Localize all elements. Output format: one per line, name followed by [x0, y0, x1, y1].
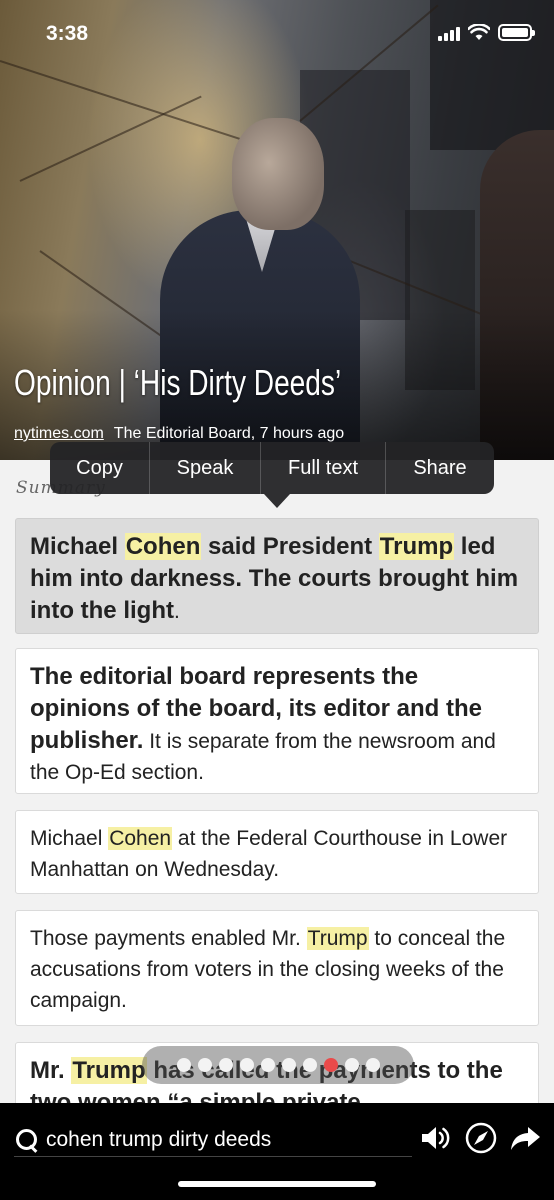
- card-text: Those payments enabled Mr.: [30, 927, 307, 950]
- page-indicator[interactable]: [142, 1046, 414, 1084]
- share-arrow-icon[interactable]: [508, 1121, 542, 1155]
- card-text: Michael: [30, 827, 109, 850]
- search-query[interactable]: cohen trump dirty deeds: [46, 1128, 271, 1152]
- highlighted-keyword: Cohen: [108, 827, 173, 850]
- search-field[interactable]: cohen trump dirty deeds: [14, 1123, 412, 1157]
- home-indicator[interactable]: [178, 1181, 376, 1187]
- page-dot[interactable]: [365, 1058, 380, 1072]
- share-menu-item[interactable]: Share: [386, 442, 494, 494]
- page-dot[interactable]: [197, 1058, 212, 1072]
- highlighted-keyword: Trump: [306, 927, 369, 950]
- highlighted-keyword: Cohen: [124, 533, 202, 560]
- page-dot[interactable]: [218, 1058, 233, 1072]
- card-text: .: [173, 600, 180, 623]
- highlighted-keyword: Trump: [378, 533, 455, 560]
- summary-card[interactable]: Michael Cohen said President Trump led h…: [15, 518, 539, 634]
- page-dot[interactable]: [344, 1058, 359, 1072]
- search-icon: [14, 1127, 40, 1153]
- compass-icon[interactable]: [464, 1121, 498, 1155]
- speak-menu-item[interactable]: Speak: [150, 442, 261, 494]
- page-dot[interactable]: [239, 1058, 254, 1072]
- summary-card[interactable]: Those payments enabled Mr. Trump to conc…: [15, 910, 539, 1026]
- page-dot-active[interactable]: [323, 1058, 338, 1072]
- wifi-icon: [468, 24, 490, 40]
- context-menu: Copy Speak Full text Share: [50, 442, 494, 494]
- speaker-icon[interactable]: [418, 1121, 452, 1155]
- article-headline: Opinion | ‘His Dirty Deeds’: [14, 362, 342, 403]
- page-dot[interactable]: [260, 1058, 275, 1072]
- summary-card[interactable]: Michael Cohen at the Federal Courthouse …: [15, 810, 539, 894]
- source-link[interactable]: nytimes.com: [14, 425, 104, 442]
- status-bar: 3:38: [0, 0, 554, 70]
- copy-menu-item[interactable]: Copy: [50, 442, 150, 494]
- summary-card[interactable]: The editorial board represents the opini…: [15, 648, 539, 794]
- card-text: said President: [201, 533, 379, 560]
- page-dot[interactable]: [281, 1058, 296, 1072]
- article-byline: The Editorial Board, 7 hours ago: [113, 425, 345, 442]
- full-text-menu-item[interactable]: Full text: [261, 442, 386, 494]
- card-text: Michael: [30, 533, 125, 560]
- highlighted-keyword: Trump: [71, 1057, 147, 1084]
- article-source-line: nytimes.com The Editorial Board, 7 hours …: [14, 425, 344, 443]
- page-dot[interactable]: [302, 1058, 317, 1072]
- status-time: 3:38: [46, 22, 89, 45]
- card-text: Mr.: [30, 1057, 72, 1084]
- context-menu-pointer: [264, 494, 290, 508]
- status-icons: [438, 24, 535, 41]
- battery-icon: [498, 24, 535, 41]
- page-dot[interactable]: [176, 1058, 191, 1072]
- cellular-signal-icon: [438, 25, 460, 41]
